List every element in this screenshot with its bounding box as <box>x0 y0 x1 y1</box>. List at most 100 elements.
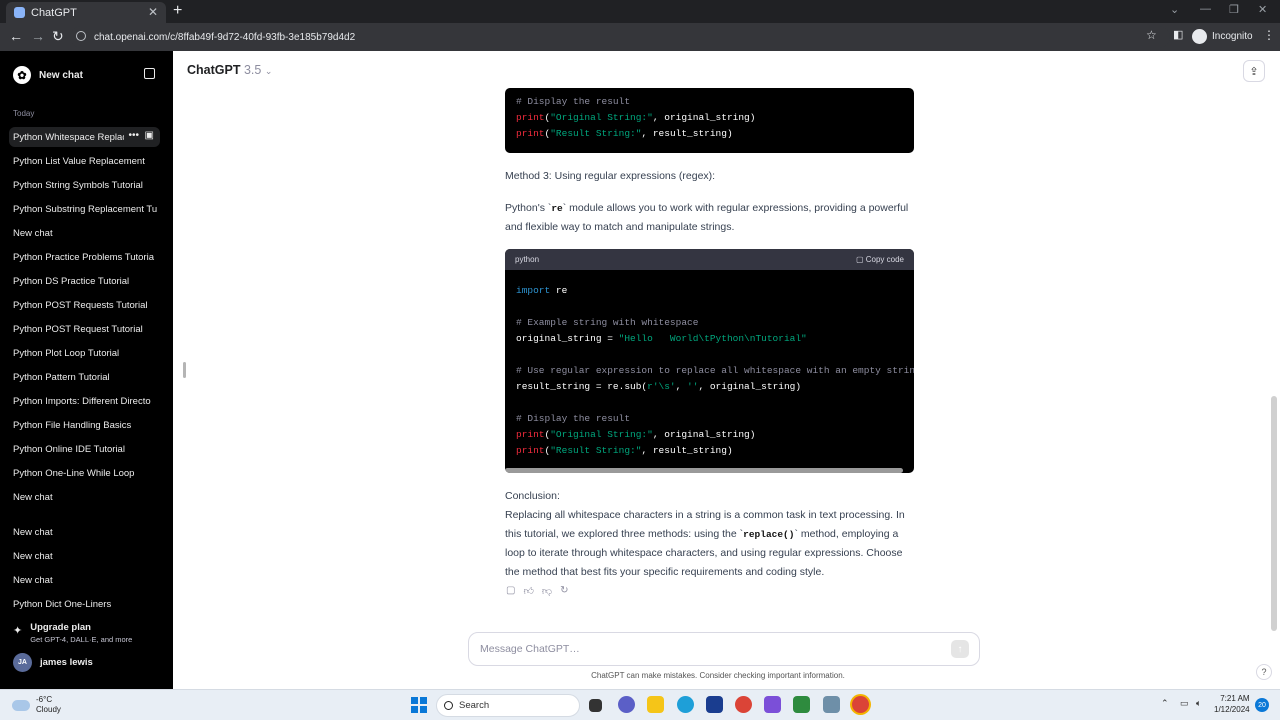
section-today: Today <box>13 109 35 118</box>
sidebar-item-label: Python Dict One-Liners <box>13 598 112 610</box>
sidebar-item-label: Python Whitespace Replac <box>13 131 128 143</box>
conclusion-heading: Conclusion: <box>505 490 560 502</box>
sidebar-item-chat[interactable]: Python Imports: Different Directo <box>9 391 160 411</box>
sidebar-item-label: Python File Handling Basics <box>13 419 132 431</box>
sidebar-item-chat[interactable]: Python DS Practice Tutorial <box>9 271 160 291</box>
notification-badge[interactable]: 20 <box>1255 698 1269 712</box>
url-bar[interactable]: chat.openai.com/c/8ffab49f-9d72-40fd-93f… <box>70 26 1170 48</box>
sidebar-item-chat[interactable]: New chat <box>9 223 160 243</box>
model-version: 3.5 <box>243 63 262 77</box>
store-icon[interactable] <box>706 696 723 713</box>
message-input[interactable]: Message ChatGPT… ↑ <box>468 632 980 666</box>
taskbar-search-label: Search <box>459 700 490 711</box>
new-chat-label: New chat <box>39 69 83 81</box>
search-icon <box>444 701 453 710</box>
bookmark-star-icon[interactable]: ☆ <box>1146 28 1157 42</box>
volume-icon[interactable]: 🔈︎ <box>1196 698 1201 709</box>
share-icon[interactable]: ⇪ <box>1243 60 1265 82</box>
inline-code: replace() <box>743 529 795 540</box>
file-explorer-icon[interactable] <box>647 696 664 713</box>
cloud-icon <box>12 699 30 711</box>
code-line: print("Original String:", original_strin… <box>516 112 756 123</box>
sidebar-item-chat[interactable]: Python Substring Replacement Tu <box>9 199 160 219</box>
url-text: chat.openai.com/c/8ffab49f-9d72-40fd-93f… <box>94 31 356 43</box>
sidebar-item-chat[interactable]: Python Dict One-Liners <box>9 594 160 614</box>
reload-button[interactable]: ↻ <box>52 28 64 45</box>
sidebar-item-chat[interactable]: Python Pattern Tutorial <box>9 367 160 387</box>
thumbs-up-icon[interactable]: 👍︎ <box>523 585 533 597</box>
code-line: # Example string with whitespace <box>516 317 699 328</box>
close-window-button[interactable]: ✕ <box>1258 3 1267 16</box>
chat-app-icon[interactable] <box>618 696 635 713</box>
temperature: -6°C <box>36 695 53 704</box>
sparkle-icon: ✦ <box>13 625 23 637</box>
sidebar-toggle-handle[interactable] <box>183 362 186 378</box>
code-token: original_string = <box>516 333 619 344</box>
code-token: print <box>516 445 545 456</box>
help-button[interactable]: ? <box>1256 664 1272 680</box>
copy-code-button[interactable]: ▢ Copy code <box>856 255 904 264</box>
task-view-icon[interactable] <box>589 699 602 712</box>
close-tab-icon[interactable]: ✕ <box>148 5 158 19</box>
app-icon[interactable] <box>823 696 840 713</box>
thumbs-down-icon[interactable]: 👎︎ <box>542 585 552 597</box>
send-button[interactable]: ↑ <box>951 640 969 658</box>
sidebar-item-chat[interactable]: Python POST Requests Tutorial <box>9 295 160 315</box>
side-panel-icon[interactable]: ◧ <box>1173 28 1183 41</box>
start-button[interactable] <box>411 697 427 713</box>
edge-icon[interactable] <box>677 696 694 713</box>
code-token: , original_string) <box>698 381 802 392</box>
code-horizontal-scrollbar[interactable] <box>505 468 903 473</box>
sidebar-item-chat[interactable]: Python List Value Replacement <box>9 151 160 171</box>
browser-menu-icon[interactable]: ⋮ <box>1263 28 1275 42</box>
weather-widget[interactable]: -6°C Cloudy <box>12 695 61 715</box>
chevron-up-icon[interactable]: ⌃ <box>1161 698 1169 709</box>
regenerate-icon[interactable]: ↻ <box>560 585 568 597</box>
chrome-active-icon[interactable] <box>852 696 869 713</box>
sidebar-item-chat[interactable]: New chat <box>9 570 160 590</box>
page-scrollbar[interactable] <box>1271 396 1277 631</box>
new-tab-button[interactable]: + <box>173 2 182 20</box>
incognito-indicator[interactable]: Incognito <box>1192 29 1253 44</box>
site-info-icon[interactable] <box>76 31 86 41</box>
upgrade-plan-button[interactable]: ✦ Upgrade plan Get GPT-4, DALL·E, and mo… <box>13 622 132 644</box>
sidebar-item-chat[interactable]: Python Whitespace Replac ••• ▣ <box>9 127 160 147</box>
sidebar-item-chat[interactable]: Python Practice Problems Tutoria <box>9 247 160 267</box>
browser-tab[interactable]: ChatGPT ✕ <box>6 2 166 23</box>
model-selector[interactable]: ChatGPT 3.5 ⌄ <box>187 63 272 77</box>
sidebar-item-chat[interactable]: Python File Handling Basics <box>9 415 160 435</box>
maximize-button[interactable]: ❐ <box>1229 3 1239 16</box>
chrome-icon[interactable] <box>735 696 752 713</box>
code-line: print("Result String:", result_string) <box>516 128 733 139</box>
excel-icon[interactable] <box>793 696 810 713</box>
sidebar-item-chat[interactable]: New chat <box>9 487 160 507</box>
sidebar-item-label: Python Practice Problems Tutoria <box>13 251 154 263</box>
copy-icon[interactable]: ▢ <box>506 585 515 597</box>
network-icon[interactable]: ▭ <box>1180 698 1189 709</box>
taskbar-search[interactable]: Search <box>436 694 580 717</box>
code-language: python <box>515 255 540 264</box>
sidebar-item-chat[interactable]: Python String Symbols Tutorial <box>9 175 160 195</box>
sidebar: ✿ New chat Today Python Whitespace Repla… <box>0 51 173 689</box>
chevron-down-icon[interactable]: ⌄ <box>1170 3 1179 16</box>
user-menu[interactable]: JA james lewis <box>13 653 93 672</box>
sidebar-item-chat[interactable]: New chat <box>9 546 160 566</box>
sidebar-item-chat[interactable]: Python One-Line While Loop <box>9 463 160 483</box>
minimize-button[interactable]: — <box>1200 3 1211 15</box>
sidebar-item-chat[interactable]: Python Plot Loop Tutorial <box>9 343 160 363</box>
forward-button[interactable]: → <box>31 28 45 44</box>
sidebar-item-chat[interactable]: Python POST Request Tutorial <box>9 319 160 339</box>
new-chat-button[interactable]: ✿ New chat <box>13 66 83 84</box>
code-token: '' <box>687 381 699 392</box>
clock[interactable]: 7:21 AM 1/12/2024 <box>1214 693 1250 715</box>
sidebar-item-chat[interactable]: Python Online IDE Tutorial <box>9 439 160 459</box>
app-icon[interactable] <box>764 696 781 713</box>
chat-actions[interactable]: ••• ▣ <box>124 130 154 141</box>
back-button[interactable]: ← <box>9 28 23 44</box>
code-line: print("Original String:", original_strin… <box>516 429 755 440</box>
code-token: print <box>516 429 545 440</box>
sidebar-item-chat[interactable]: New chat <box>9 522 160 542</box>
weather-condition: Cloudy <box>36 705 61 714</box>
edit-icon[interactable] <box>144 68 155 79</box>
sidebar-item-label: Python Imports: Different Directo <box>13 395 151 407</box>
